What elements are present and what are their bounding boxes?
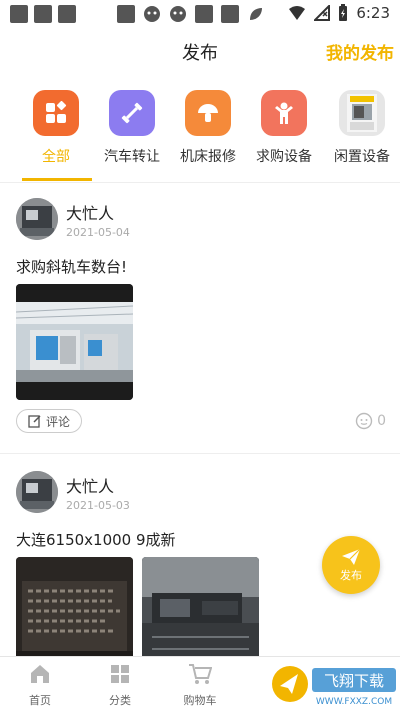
- message-icon: [355, 412, 373, 430]
- notification-icons: [10, 5, 76, 23]
- edit-icon: [28, 415, 41, 428]
- nav-label: 首页: [29, 694, 51, 707]
- post-date: 2021-05-04: [66, 226, 130, 239]
- clock: 6:23: [356, 4, 390, 22]
- tab-label: 机床报修: [180, 149, 236, 165]
- svg-text:飞翔下载: 飞翔下载: [324, 672, 384, 690]
- nav-category[interactable]: 分类: [90, 663, 150, 708]
- nav-label: 购物车: [183, 694, 217, 707]
- nav-home[interactable]: 首页: [10, 663, 70, 708]
- tab-label: 全部: [42, 149, 70, 165]
- username: 大忙人: [66, 477, 115, 496]
- svg-text:WWW.FXXZ.COM: WWW.FXXZ.COM: [316, 697, 392, 707]
- nav-label: 分类: [109, 694, 131, 707]
- person-icon: [261, 90, 307, 136]
- post-photo[interactable]: [16, 284, 133, 400]
- status-bar: 6:23: [0, 0, 400, 28]
- app-notification-icons: [117, 5, 265, 23]
- tab-label: 闲置设备: [334, 149, 390, 165]
- battery-icon: [339, 4, 348, 21]
- tab-all[interactable]: 全部: [16, 90, 96, 166]
- avatar[interactable]: [16, 198, 58, 240]
- watermark-logo: 飞翔下载 WWW.FXXZ.COM: [268, 662, 400, 708]
- post-date: 2021-05-03: [66, 499, 130, 512]
- cart-icon: [189, 664, 213, 684]
- divider: [0, 182, 400, 183]
- grid-icon: [33, 90, 79, 136]
- username: 大忙人: [66, 204, 115, 223]
- active-tab-indicator: [22, 178, 92, 181]
- mushroom-icon: [185, 90, 231, 136]
- comment-count-value: 0: [377, 413, 386, 429]
- tab-buy-equipment[interactable]: 求购设备: [244, 90, 324, 166]
- header: 发布 我的发布: [0, 28, 400, 74]
- comment-button[interactable]: 评论: [16, 409, 82, 433]
- publish-button[interactable]: 发布: [322, 536, 380, 594]
- category-icon: [111, 665, 129, 683]
- comment-label: 评论: [45, 414, 70, 429]
- dumbbell-icon: [109, 90, 155, 136]
- comment-count[interactable]: 0: [355, 412, 386, 430]
- post-text: 大连6150x1000 9成新: [16, 531, 176, 549]
- post-separator: [0, 453, 400, 454]
- app-face-icon: [170, 6, 186, 22]
- post-text: 求购斜轨车数台!: [16, 258, 128, 276]
- notification-icon: [221, 5, 239, 23]
- notification-icon: [117, 5, 135, 23]
- machine-photo: [339, 90, 385, 136]
- system-status: 6:23: [288, 4, 390, 22]
- wifi-icon: [289, 6, 306, 20]
- signal-icon: [314, 5, 331, 21]
- tab-machine-repair[interactable]: 机床报修: [168, 90, 248, 166]
- nav-cart[interactable]: 购物车: [170, 663, 230, 708]
- app-face-icon: [144, 6, 160, 22]
- notification-icon: [34, 5, 52, 23]
- avatar[interactable]: [16, 471, 58, 513]
- my-publish-link[interactable]: 我的发布: [326, 39, 394, 64]
- tab-label: 求购设备: [256, 149, 312, 165]
- category-tabs: 全部 汽车转让 机床报修 求购设备 闲置设备: [0, 90, 400, 182]
- notification-icon: [10, 5, 28, 23]
- publish-button-label: 发布: [340, 568, 362, 582]
- tab-car-transfer[interactable]: 汽车转让: [92, 90, 172, 166]
- send-icon: [342, 548, 361, 565]
- tab-label: 汽车转让: [104, 149, 160, 165]
- tab-idle-equipment[interactable]: 闲置设备: [322, 90, 400, 166]
- home-icon: [31, 665, 49, 683]
- notification-icon: [195, 5, 213, 23]
- notification-icon: [58, 5, 76, 23]
- app-leaf-icon: [250, 8, 262, 20]
